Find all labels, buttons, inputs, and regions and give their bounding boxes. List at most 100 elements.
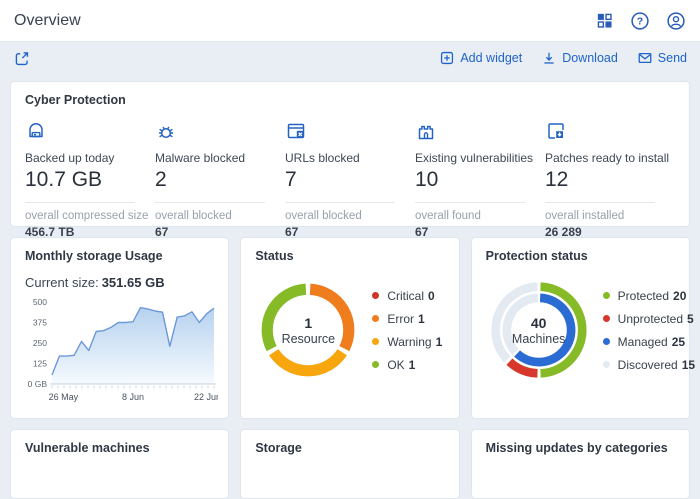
card-title: Missing updates by categories (486, 441, 675, 455)
divider (25, 202, 135, 203)
divider (285, 202, 395, 203)
download-arrow-icon (541, 50, 557, 66)
legend-label: OK (387, 358, 404, 372)
legend-label: Error (387, 312, 414, 326)
page-title: Overview (14, 12, 595, 30)
metric-label: Patches ready to install (545, 151, 675, 165)
plus-square-icon (439, 50, 455, 66)
backup-drive-icon (25, 120, 155, 142)
legend-dot (603, 292, 610, 299)
legend-item-discovered: Discovered 15 (603, 358, 675, 372)
legend-item-managed: Managed 25 (603, 335, 675, 349)
legend-value: 25 (672, 335, 685, 349)
current-size-label: Current size: (25, 275, 99, 290)
bug-icon (155, 120, 285, 142)
svg-text:375: 375 (33, 318, 47, 328)
card-title: Storage (255, 441, 444, 455)
legend-item-warning: Warning 1 (372, 335, 442, 349)
top-header: Overview ? (0, 0, 700, 42)
metric-label: Malware blocked (155, 151, 285, 165)
legend-value: 1 (409, 358, 416, 372)
legend-item-ok: OK 1 (372, 358, 442, 372)
help-icon[interactable]: ? (630, 11, 650, 31)
metric-malware-blocked[interactable]: Malware blocked 2 overall blocked 67 (155, 120, 285, 239)
cyber-protection-metrics: Backed up today 10.7 GB overall compress… (25, 120, 675, 239)
current-size-value: 351.65 GB (102, 275, 165, 290)
svg-text:26 May: 26 May (49, 392, 79, 402)
svg-text:500: 500 (33, 297, 47, 307)
account-icon[interactable] (666, 11, 686, 31)
legend-dot (372, 315, 379, 322)
card-title: Monthly storage Usage (25, 249, 214, 263)
metric-existing-vulnerabilities[interactable]: Existing vulnerabilities 10 overall foun… (415, 120, 545, 239)
header-icons: ? (595, 11, 686, 31)
metric-label: Existing vulnerabilities (415, 151, 545, 165)
legend-value: 1 (418, 312, 425, 326)
vulnerable-machines-card: Vulnerable machines (10, 429, 229, 499)
storage-usage-chart: 5003752501250 GB26 May8 Jun22 Jun (25, 294, 214, 417)
legend-label: Warning (387, 335, 431, 349)
metric-value: 2 (155, 168, 285, 192)
svg-text:22 Jun: 22 Jun (194, 392, 218, 402)
browser-blocked-icon (285, 120, 415, 142)
metric-sublabel: overall blocked (155, 210, 285, 222)
storage-card: Storage (240, 429, 459, 499)
metric-label: URLs blocked (285, 151, 415, 165)
protection-donut-area: 40 Machines Protected 20 Unprotected 5 (486, 279, 675, 381)
missing-updates-card: Missing updates by categories (471, 429, 690, 499)
envelope-icon (637, 50, 653, 66)
metric-label: Backed up today (25, 151, 155, 165)
dashboard-content: Cyber Protection Backed up today 10.7 GB… (0, 74, 700, 499)
metric-value: 10 (415, 168, 545, 192)
status-card: Status 1 Resource Critical 0 (240, 237, 459, 419)
legend-item-critical: Critical 0 (372, 289, 442, 303)
protection-donut-chart: 40 Machines (488, 279, 590, 381)
metric-patches-ready[interactable]: Patches ready to install 12 overall inst… (545, 120, 675, 239)
divider (415, 202, 525, 203)
metric-sublabel: overall blocked (285, 210, 415, 222)
send-label: Send (658, 51, 687, 65)
overview-dashboard: { "header": { "title": "Overview" }, "to… (0, 0, 700, 467)
svg-text:125: 125 (33, 359, 47, 369)
legend-label: Protected (618, 289, 669, 303)
toolbar-actions: Add widget Download Send (439, 50, 687, 66)
legend-label: Critical (387, 289, 424, 303)
divider (545, 202, 655, 203)
legend-dot (603, 338, 610, 345)
apps-grid-icon[interactable] (595, 11, 614, 30)
status-legend: Critical 0 Error 1 Warning 1 (372, 289, 442, 372)
legend-dot (603, 315, 610, 322)
widget-row: Monthly storage Usage Current size:351.6… (10, 237, 690, 419)
metric-sublabel: overall installed (545, 210, 675, 222)
metric-backed-up-today[interactable]: Backed up today 10.7 GB overall compress… (25, 120, 155, 239)
card-title: Protection status (486, 249, 675, 263)
legend-dot (372, 292, 379, 299)
card-title: Vulnerable machines (25, 441, 214, 455)
report-toolbar: Add widget Download Send (0, 42, 700, 74)
svg-text:250: 250 (33, 338, 47, 348)
card-title: Status (255, 249, 444, 263)
patch-icon (545, 120, 675, 142)
add-widget-button[interactable]: Add widget (439, 50, 522, 66)
status-donut-area: 1 Resource Critical 0 Error 1 (255, 279, 444, 381)
fortress-icon (415, 120, 545, 142)
bottom-widget-row: Vulnerable machines Storage Missing upda… (10, 429, 690, 499)
legend-item-unprotected: Unprotected 5 (603, 312, 675, 326)
legend-value: 20 (673, 289, 686, 303)
send-button[interactable]: Send (637, 50, 687, 66)
metric-urls-blocked[interactable]: URLs blocked 7 overall blocked 67 (285, 120, 415, 239)
legend-dot (372, 338, 379, 345)
metric-value: 10.7 GB (25, 168, 155, 192)
legend-value: 15 (682, 358, 695, 372)
protection-legend: Protected 20 Unprotected 5 Managed 25 (603, 289, 675, 372)
legend-value: 0 (428, 289, 435, 303)
metric-value: 7 (285, 168, 415, 192)
legend-item-error: Error 1 (372, 312, 442, 326)
monthly-storage-usage-card: Monthly storage Usage Current size:351.6… (10, 237, 229, 419)
protection-status-card: Protection status 40 Machines Protected … (471, 237, 690, 419)
download-button[interactable]: Download (541, 50, 618, 66)
expand-icon[interactable] (13, 50, 30, 67)
download-label: Download (562, 51, 618, 65)
legend-label: Managed (618, 335, 668, 349)
current-size: Current size:351.65 GB (25, 275, 214, 290)
